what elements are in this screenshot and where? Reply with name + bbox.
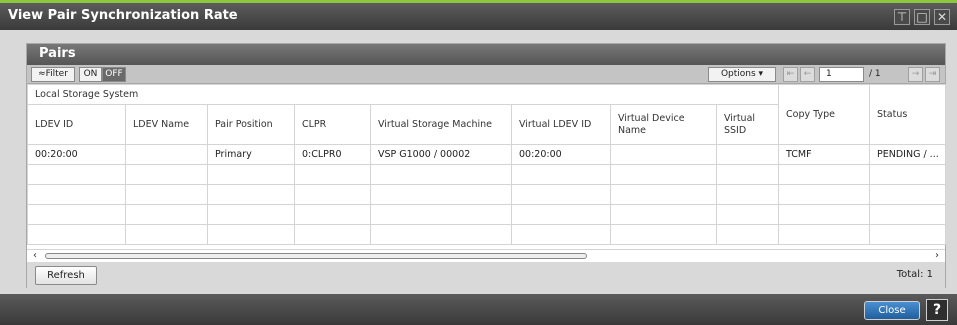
last-page-icon[interactable]: ⇥ [925, 67, 940, 82]
panel-header: Pairs [27, 44, 945, 65]
page-total: / 1 [869, 69, 881, 79]
pin-icon[interactable]: ⊤ [894, 9, 910, 25]
group-header-local-storage-system: Local Storage System [26, 84, 780, 105]
table-row [27, 164, 947, 185]
horizontal-scrollbar[interactable]: ‹ › [27, 249, 945, 262]
column-header-pair-position[interactable]: Pair Position [207, 104, 295, 145]
cell-virtual-ssid [715, 144, 780, 165]
table-row [27, 224, 947, 245]
close-button[interactable]: Close [864, 301, 920, 320]
table-row [27, 184, 947, 205]
table-toolbar: ≈Filter ON OFF Options ▾ ⇤ ← 1 / 1 → ⇥ [27, 65, 945, 84]
options-button[interactable]: Options ▾ [708, 67, 776, 82]
scroll-right-icon[interactable]: › [931, 250, 943, 262]
cell-clpr: 0:CLPR0 [294, 144, 371, 165]
panel-footer: Refresh Total: 1 [27, 262, 945, 288]
title-bar: View Pair Synchronization Rate ⊤ □ ✕ [0, 3, 957, 30]
column-header-ldev-id[interactable]: LDEV ID [27, 104, 126, 145]
prev-page-icon[interactable]: ← [800, 67, 815, 82]
filter-off-toggle[interactable]: OFF [102, 67, 126, 82]
column-header-ldev-name[interactable]: LDEV Name [125, 104, 208, 145]
window-title: View Pair Synchronization Rate [8, 8, 238, 23]
cell-ldev-id: 00:20:00 [27, 144, 126, 165]
column-header-status[interactable]: Status [869, 84, 947, 145]
filter-button[interactable]: ≈Filter [31, 67, 75, 82]
cell-ldev-name [125, 144, 208, 165]
cell-virtual-device-name [610, 144, 717, 165]
refresh-button[interactable]: Refresh [35, 266, 97, 285]
maximize-icon[interactable]: □ [914, 9, 930, 25]
cell-pair-position: Primary [207, 144, 295, 165]
pairs-panel: Pairs ≈Filter ON OFF Options ▾ ⇤ ← 1 / 1… [26, 43, 947, 288]
cell-copy-type: TCMF [778, 144, 871, 165]
next-page-icon[interactable]: → [908, 67, 923, 82]
scroll-thumb[interactable] [45, 253, 587, 259]
dialog-window: View Pair Synchronization Rate ⊤ □ ✕ Pai… [0, 0, 957, 325]
column-header-virtual-device-name[interactable]: Virtual Device Name [610, 104, 717, 145]
cell-virtual-ldev-id: 00:20:00 [511, 144, 611, 165]
column-header-clpr[interactable]: CLPR [294, 104, 371, 145]
filter-on-toggle[interactable]: ON [79, 67, 102, 82]
first-page-icon[interactable]: ⇤ [783, 67, 798, 82]
page-number-input[interactable]: 1 [819, 67, 864, 82]
panel-title: Pairs [39, 46, 76, 61]
cell-virtual-storage-machine: VSP G1000 / 00002 [370, 144, 512, 165]
column-header-virtual-ldev-id[interactable]: Virtual LDEV ID [511, 104, 611, 145]
table-row[interactable]: 00:20:00 Primary 0:CLPR0 VSP G1000 / 000… [27, 144, 947, 165]
table-row [27, 204, 947, 225]
column-header-virtual-storage-machine[interactable]: Virtual Storage Machine [370, 104, 512, 145]
dialog-footer: Close ? [0, 294, 957, 325]
scroll-left-icon[interactable]: ‹ [29, 250, 41, 262]
cell-status: PENDING / ... [869, 144, 947, 165]
column-header-virtual-ssid[interactable]: Virtual SSID [715, 104, 780, 145]
help-icon[interactable]: ? [926, 299, 948, 321]
total-count: Total: 1 [896, 269, 933, 280]
close-icon[interactable]: ✕ [934, 9, 950, 25]
pairs-table: Local Storage System Copy Type Status LD… [26, 84, 947, 245]
column-header-copy-type[interactable]: Copy Type [778, 84, 871, 145]
